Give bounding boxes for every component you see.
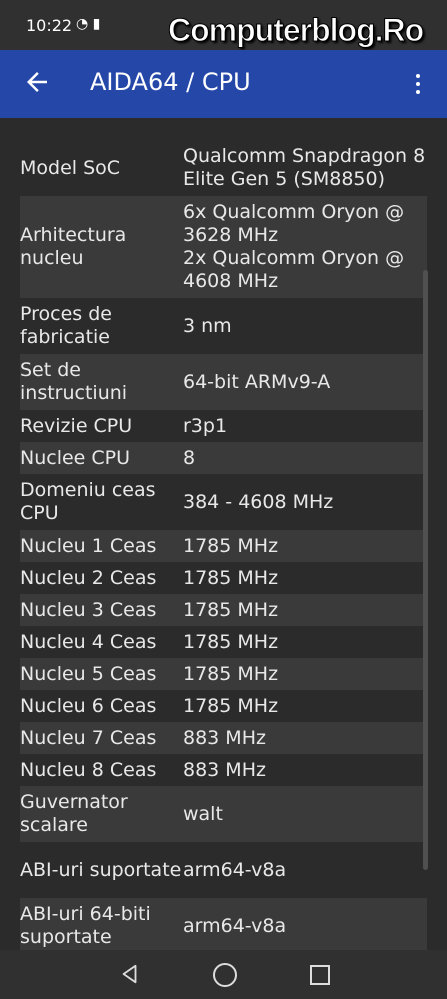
watermark: Computerblog.Ro bbox=[167, 12, 424, 49]
table-row: Proces de fabricatie 3 nm bbox=[20, 298, 427, 354]
row-label: Nucleu 4 Ceas bbox=[20, 630, 157, 653]
row-value: 64-bit ARMv9-A bbox=[183, 370, 331, 393]
nav-recents-icon[interactable] bbox=[310, 965, 330, 985]
row-value: arm64-v8a bbox=[183, 858, 287, 881]
row-label: ABI-uri 64-biti suportate bbox=[20, 903, 151, 948]
table-row: Nucleu 7 Ceas 883 MHz bbox=[20, 722, 427, 754]
status-bar: 10:22 ◔ ▮ Computerblog.Ro bbox=[0, 0, 447, 50]
row-value: 6x Qualcomm Oryon @ 3628 MHz 2x Qualcomm… bbox=[183, 201, 405, 292]
row-label: Nucleu 8 Ceas bbox=[20, 758, 157, 781]
app-bar: AIDA64 / CPU bbox=[0, 50, 447, 118]
table-row: Nucleu 6 Ceas 1785 MHz bbox=[20, 690, 427, 722]
table-row: Set de instructiuni 64-bit ARMv9-A bbox=[20, 354, 427, 410]
row-label: Guvernator scalare bbox=[20, 791, 128, 836]
row-value: 3 nm bbox=[183, 314, 232, 337]
table-row: Nucleu 8 Ceas 883 MHz bbox=[20, 754, 427, 786]
table-row: ABI-uri suportate arm64-v8a bbox=[20, 842, 427, 898]
row-label: Set de instructiuni bbox=[20, 359, 128, 404]
row-label: Nucleu 7 Ceas bbox=[20, 726, 157, 749]
table-row: Revizie CPU r3p1 bbox=[20, 410, 427, 442]
table-row: Guvernator scalare walt bbox=[20, 786, 427, 842]
row-label: Model SoC bbox=[20, 156, 121, 179]
table-row: Nuclee CPU 8 bbox=[20, 442, 427, 474]
row-value: 1785 MHz bbox=[183, 534, 279, 557]
row-label: Nucleu 6 Ceas bbox=[20, 694, 157, 717]
table-row: Nucleu 5 Ceas 1785 MHz bbox=[20, 658, 427, 690]
nav-back-icon[interactable] bbox=[119, 963, 141, 985]
row-label: Nucleu 5 Ceas bbox=[20, 662, 157, 685]
cpu-info-table: Model SoC Qualcomm Snapdragon 8 Elite Gen… bbox=[20, 140, 427, 950]
row-value: 883 MHz bbox=[183, 758, 266, 781]
row-value: 1785 MHz bbox=[183, 630, 279, 653]
table-row: ABI-uri 64-biti suportate arm64-v8a bbox=[20, 898, 427, 950]
table-row: Nucleu 2 Ceas 1785 MHz bbox=[20, 562, 427, 594]
row-value: 883 MHz bbox=[183, 726, 266, 749]
row-value: 1785 MHz bbox=[183, 598, 279, 621]
table-row: Nucleu 1 Ceas 1785 MHz bbox=[20, 530, 427, 562]
more-vert-icon[interactable] bbox=[408, 70, 428, 98]
row-label: Proces de fabricatie bbox=[20, 303, 112, 348]
status-icons: ◔ ▮ bbox=[76, 16, 101, 32]
row-label: Arhitectura nucleu bbox=[20, 224, 127, 269]
row-label: ABI-uri suportate bbox=[20, 858, 182, 881]
table-row: Domeniu ceas CPU 384 - 4608 MHz bbox=[20, 474, 427, 530]
row-value: Qualcomm Snapdragon 8 Elite Gen 5 (SM885… bbox=[183, 145, 426, 190]
status-time: 10:22 bbox=[26, 16, 73, 35]
row-value: walt bbox=[183, 802, 223, 825]
table-row: Model SoC Qualcomm Snapdragon 8 Elite Gen… bbox=[20, 140, 427, 196]
page-title: AIDA64 / CPU bbox=[90, 68, 251, 96]
row-value: 8 bbox=[183, 446, 196, 469]
row-value: arm64-v8a bbox=[183, 914, 287, 937]
cpu-info-list[interactable]: Model SoC Qualcomm Snapdragon 8 Elite Gen… bbox=[0, 118, 447, 950]
table-row: Arhitectura nucleu 6x Qualcomm Oryon @ 36… bbox=[20, 196, 427, 298]
table-row: Nucleu 3 Ceas 1785 MHz bbox=[20, 594, 427, 626]
navigation-bar bbox=[0, 950, 447, 999]
row-value: 384 - 4608 MHz bbox=[183, 490, 334, 513]
row-label: Domeniu ceas CPU bbox=[20, 479, 156, 524]
scrollbar[interactable] bbox=[423, 270, 428, 870]
arrow-left-icon[interactable] bbox=[22, 67, 52, 97]
row-label: Revizie CPU bbox=[20, 414, 133, 437]
row-label: Nucleu 2 Ceas bbox=[20, 566, 157, 589]
row-label: Nucleu 1 Ceas bbox=[20, 534, 157, 557]
row-value: 1785 MHz bbox=[183, 566, 279, 589]
row-value: 1785 MHz bbox=[183, 662, 279, 685]
table-row: Nucleu 4 Ceas 1785 MHz bbox=[20, 626, 427, 658]
row-label: Nucleu 3 Ceas bbox=[20, 598, 157, 621]
row-label: Nuclee CPU bbox=[20, 446, 131, 469]
row-value: 1785 MHz bbox=[183, 694, 279, 717]
row-value: r3p1 bbox=[183, 414, 228, 437]
nav-home-icon[interactable] bbox=[213, 963, 237, 987]
